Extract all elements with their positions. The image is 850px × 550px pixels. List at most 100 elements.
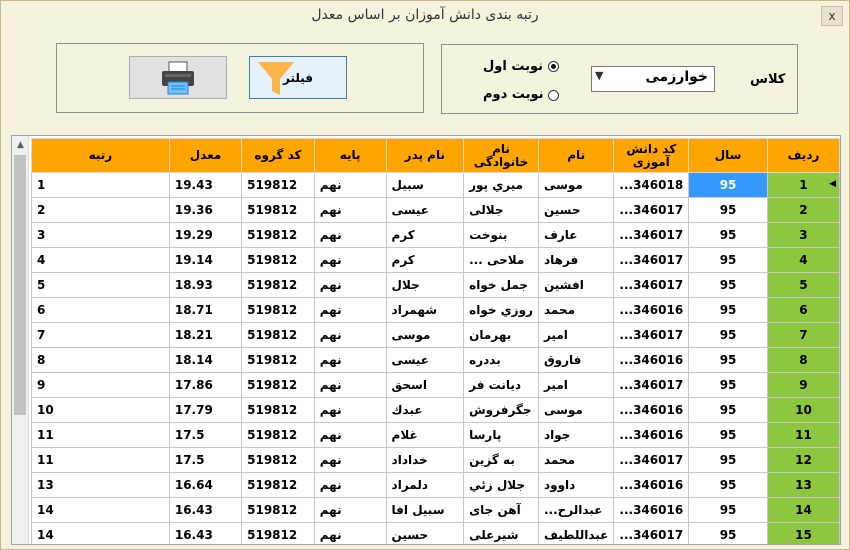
table-row[interactable]: 5 95 346017... افشین جمل خواه جلال نهم 519812 18… xyxy=(31,272,840,298)
table-cell[interactable]: 346017... xyxy=(613,222,690,248)
table-cell[interactable]: 346017... xyxy=(613,447,690,473)
table-row[interactable]: 2 95 346017... حسین جلالی عیسی نهم 519812 19.36 2 xyxy=(31,197,840,223)
table-cell[interactable]: 95 xyxy=(688,272,768,298)
table-cell[interactable]: داوود xyxy=(537,472,615,498)
table-cell[interactable]: عبدك xyxy=(385,397,465,423)
table-cell[interactable]: محمد xyxy=(537,447,615,473)
table-cell[interactable]: 18.14 xyxy=(168,347,243,373)
table-cell[interactable]: به گزین xyxy=(463,447,539,473)
table-cell[interactable]: 10 xyxy=(766,397,840,423)
table-cell[interactable]: سبیل xyxy=(385,172,465,198)
table-cell[interactable]: نهم xyxy=(313,522,387,544)
table-cell[interactable]: 2 xyxy=(31,197,170,223)
table-cell[interactable]: جواد xyxy=(537,422,615,448)
table-cell[interactable]: عیسی xyxy=(385,347,465,373)
table-cell[interactable]: نهم xyxy=(313,472,387,498)
table-cell[interactable]: 13 xyxy=(31,472,170,498)
table-row[interactable]: 9 95 346017... امیر دیانت فر اسحق نهم 519812 17.… xyxy=(31,372,840,398)
column-header[interactable]: کد دانش آموزی xyxy=(613,138,690,173)
table-cell[interactable]: نهم xyxy=(313,397,387,423)
print-button[interactable] xyxy=(129,56,227,99)
table-row[interactable]: 7 95 346017... امیر بهرمان موسی نهم 519812 18.21… xyxy=(31,322,840,348)
table-cell[interactable]: عبدالرح... xyxy=(537,497,615,523)
table-row[interactable]: 3 95 346017... عارف بنوخت کرم نهم 519812 19.29 3 xyxy=(31,222,840,248)
table-cell[interactable]: 17.5 xyxy=(168,422,243,448)
table-cell[interactable]: شهمراد xyxy=(385,297,465,323)
table-cell[interactable]: بددره xyxy=(463,347,539,373)
table-cell[interactable]: 519812 xyxy=(241,222,315,248)
table-cell[interactable]: 95 xyxy=(688,172,768,198)
table-cell[interactable]: دیانت فر xyxy=(463,372,539,398)
table-cell[interactable]: 18.21 xyxy=(168,322,243,348)
column-header[interactable]: سال xyxy=(688,138,768,173)
shift2-radio[interactable] xyxy=(548,90,559,101)
table-cell[interactable]: نهم xyxy=(313,172,387,198)
table-cell[interactable]: جمل خواه xyxy=(463,272,539,298)
table-cell[interactable]: روزي خواه xyxy=(463,297,539,323)
table-cell[interactable]: 519812 xyxy=(241,297,315,323)
table-cell[interactable]: 519812 xyxy=(241,472,315,498)
table-cell[interactable]: 95 xyxy=(688,472,768,498)
table-cell[interactable]: عیسی xyxy=(385,197,465,223)
table-cell[interactable]: 346017... xyxy=(613,197,690,223)
table-cell[interactable]: 519812 xyxy=(241,347,315,373)
table-row[interactable]: 6 95 346016... محمد روزي خواه شهمراد نهم 519812… xyxy=(31,297,840,323)
shift1-radio[interactable] xyxy=(548,61,559,72)
table-cell[interactable]: 1 xyxy=(31,172,170,198)
table-cell[interactable]: جلال xyxy=(385,272,465,298)
table-cell[interactable]: نهم xyxy=(313,422,387,448)
table-cell[interactable]: نهم xyxy=(313,322,387,348)
table-cell[interactable]: 95 xyxy=(688,347,768,373)
table-cell[interactable]: 8 xyxy=(766,347,840,373)
table-cell[interactable]: 519812 xyxy=(241,272,315,298)
table-cell[interactable]: بنوخت xyxy=(463,222,539,248)
table-cell[interactable]: 17.86 xyxy=(168,372,243,398)
table-cell[interactable]: بهرمان xyxy=(463,322,539,348)
table-cell[interactable]: 5 xyxy=(766,272,840,298)
column-header[interactable]: پایه xyxy=(313,138,387,173)
table-row[interactable]: 14 95 346016... عبدالرح... آهن جای سبیل افا نه… xyxy=(31,497,840,523)
table-cell[interactable]: 95 xyxy=(688,197,768,223)
table-cell[interactable]: حسین xyxy=(537,197,615,223)
table-cell[interactable]: 519812 xyxy=(241,422,315,448)
table-cell[interactable]: 346016... xyxy=(613,497,690,523)
table-cell[interactable]: 15 xyxy=(766,522,840,544)
column-header[interactable]: نام پدر xyxy=(385,138,465,173)
table-cell[interactable]: جلالی xyxy=(463,197,539,223)
table-cell[interactable]: غلام xyxy=(385,422,465,448)
table-cell[interactable]: نهم xyxy=(313,247,387,273)
table-cell[interactable]: 3 xyxy=(31,222,170,248)
table-cell[interactable]: 17.5 xyxy=(168,447,243,473)
table-cell[interactable]: 519812 xyxy=(241,247,315,273)
table-cell[interactable]: حسین xyxy=(385,522,465,544)
column-header[interactable]: کد گروه xyxy=(241,138,315,173)
table-cell[interactable]: امیر xyxy=(537,372,615,398)
table-cell[interactable]: نهم xyxy=(313,272,387,298)
table-cell[interactable]: فرهاد xyxy=(537,247,615,273)
scroll-thumb[interactable] xyxy=(14,155,26,415)
table-cell[interactable]: 519812 xyxy=(241,497,315,523)
table-cell[interactable]: 3 xyxy=(766,222,840,248)
table-cell[interactable]: نهم xyxy=(313,222,387,248)
table-cell[interactable]: 346016... xyxy=(613,422,690,448)
table-cell[interactable]: کرم xyxy=(385,222,465,248)
table-cell[interactable]: 11 xyxy=(766,422,840,448)
table-cell[interactable]: 11 xyxy=(31,447,170,473)
table-cell[interactable]: 346016... xyxy=(613,397,690,423)
table-row[interactable]: 8 95 346016... فاروق بددره عیسی نهم 519812 18.14… xyxy=(31,347,840,373)
table-cell[interactable]: پارسا xyxy=(463,422,539,448)
table-cell[interactable]: شیرعلی xyxy=(463,522,539,544)
table-row[interactable]: 11 95 346016... جواد پارسا غلام نهم 519812 17.5 1… xyxy=(31,422,840,448)
table-cell[interactable]: 18.71 xyxy=(168,297,243,323)
table-cell[interactable]: سبیل افا xyxy=(385,497,465,523)
table-cell[interactable]: نهم xyxy=(313,347,387,373)
table-cell[interactable]: 519812 xyxy=(241,322,315,348)
table-cell[interactable]: 12 xyxy=(766,447,840,473)
table-cell[interactable]: کرم xyxy=(385,247,465,273)
table-cell[interactable]: آهن جای xyxy=(463,497,539,523)
table-cell[interactable]: 95 xyxy=(688,372,768,398)
column-header[interactable]: رتبه xyxy=(31,138,170,173)
table-cell[interactable]: 95 xyxy=(688,222,768,248)
table-cell[interactable]: 16.43 xyxy=(168,497,243,523)
table-cell[interactable]: 95 xyxy=(688,247,768,273)
